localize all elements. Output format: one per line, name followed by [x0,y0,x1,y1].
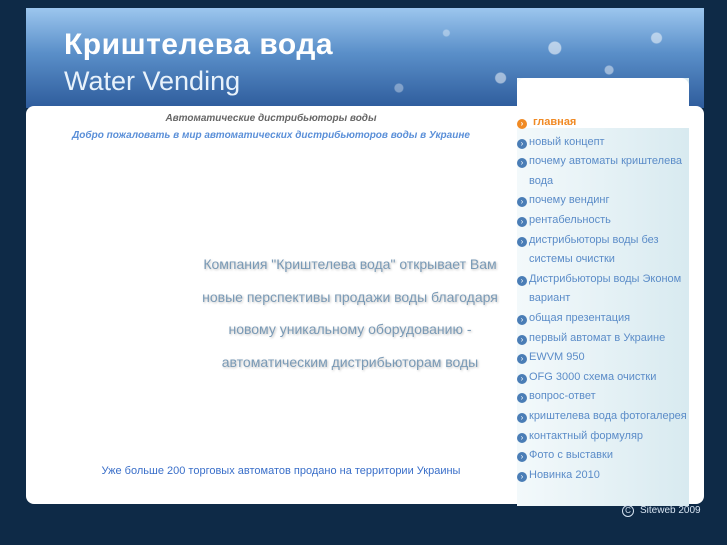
nav-item-gallery[interactable]: › криштелева вода фотогалерея [517,407,689,427]
arrow-bullet-icon: › [517,334,527,345]
nav-item-first-machine[interactable]: › первый автомат в Украине [517,329,689,349]
nav-item-econom[interactable]: › Дистрибьюторы воды Эконом вариант [517,270,689,309]
nav-item-why-vending[interactable]: › почему вендинг [517,191,689,211]
arrow-bullet-icon: › [517,393,527,404]
page-heading: Автоматические дистрибьюторы воды [165,113,377,124]
arrow-bullet-icon: › [517,197,527,208]
nav-item-ofg[interactable]: › OFG 3000 схема очистки [517,368,689,388]
nav-item-label: Фото с выставки [529,449,613,462]
nav-item-no-filter[interactable]: › дистрибьюторы воды без системы очистки [517,231,689,270]
intro-line: новому уникальному оборудованию - [228,321,472,337]
nav-item-label: дистрибьюторы воды без системы очистки [529,233,659,266]
copyright-text: Siteweb 2009 [640,505,701,516]
arrow-bullet-icon: › [517,236,527,247]
arrow-bullet-icon: › [517,471,527,482]
nav-item-label: главная [533,116,577,128]
arrow-bullet-icon: › [517,432,527,443]
intro-message: Компания "Криштелева вода" открывает Вам… [200,248,500,378]
nav-item-label: первый автомат в Украине [529,331,666,344]
nav-item-label: Дистрибьюторы воды Эконом вариант [529,272,682,305]
site-title: Криштелева вода [64,28,334,61]
arrow-bullet-icon: › [517,216,527,227]
nav-item-faq[interactable]: › вопрос-ответ [517,387,689,407]
nav-item-label: EWVM 950 [529,351,585,364]
nav-item-label: рентабельность [529,213,611,226]
sales-note: Уже больше 200 торговых автоматов продан… [101,465,461,477]
nav-item-label: общая презентация [529,311,631,324]
nav-item-label: почему вендинг [529,194,610,207]
nav-item-label: вопрос-ответ [529,390,596,403]
nav-item-exhibition[interactable]: › Фото с выставки [517,446,689,466]
intro-line: автоматическим дистрибьюторам воды [221,353,479,370]
arrow-bullet-icon: › [517,275,527,286]
nav-item-label: OFG 3000 схема очистки [529,370,657,383]
nav-item-label: новый концепт [529,135,605,148]
sidebar-nav: › главная › новый концепт › почему автоматы… [517,113,689,485]
intro-line: новые перспективы продажи воды благодаря [202,288,498,305]
arrow-bullet-icon: › [517,119,527,129]
copyright-icon: C [622,505,634,517]
nav-item-new-2010[interactable]: › Новинка 2010 [517,466,689,486]
arrow-bullet-icon: › [517,158,527,169]
nav-item-why-machines[interactable]: › почему автоматы криштелева вода [517,152,689,191]
nav-item-label: криштелева вода фотогалерея [529,409,687,422]
nav-item-home[interactable]: › главная [517,113,689,133]
copyright[interactable]: C Siteweb 2009 [622,505,701,517]
nav-item-new-concept[interactable]: › новый концепт [517,133,689,153]
nav-item-label: контактный формуляр [529,429,644,442]
site-subtitle: Water Vending [64,66,241,96]
welcome-link[interactable]: Добро пожаловать в мир автоматических ди… [26,130,516,141]
nav-item-ewvm[interactable]: › EWVM 950 [517,348,689,368]
nav-item-label: Новинка 2010 [529,468,600,481]
nav-item-presentation[interactable]: › общая презентация [517,309,689,329]
arrow-bullet-icon: › [517,412,527,423]
nav-item-label: почему автоматы криштелева вода [529,155,683,187]
nav-item-profitability[interactable]: › рентабельность [517,211,689,231]
arrow-bullet-icon: › [517,354,527,365]
nav-item-contact[interactable]: › контактный формуляр [517,427,689,447]
arrow-bullet-icon: › [517,138,527,149]
arrow-bullet-icon: › [517,373,527,384]
arrow-bullet-icon: › [517,452,527,463]
intro-line: Компания "Криштелева вода" открывает Вам [203,256,497,272]
arrow-bullet-icon: › [517,314,527,325]
